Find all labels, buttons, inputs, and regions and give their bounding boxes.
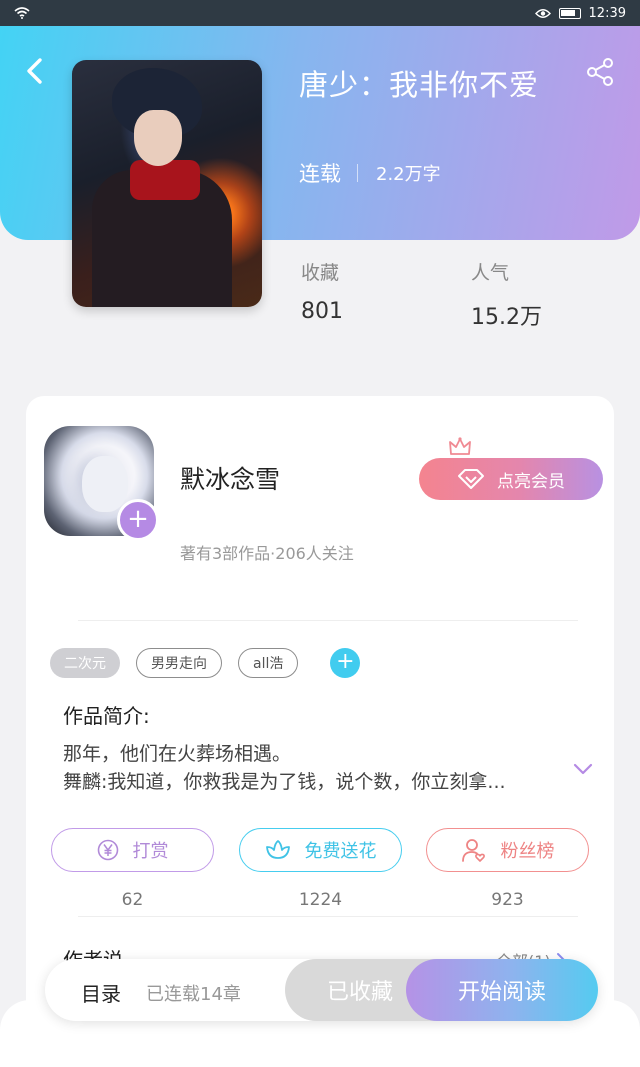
intro-text: 那年，他们在火葬场相遇。 舞麟:我知道，你救我是为了钱，说个数，你立刻拿... — [63, 740, 563, 796]
add-tag-button[interactable]: + — [330, 648, 361, 678]
eye-icon — [534, 8, 551, 18]
plus-icon: + — [336, 649, 355, 674]
word-count: 2.2万字 — [376, 164, 441, 185]
flower-label: 免费送花 — [304, 841, 377, 862]
fans-action: 粉丝榜 923 — [426, 828, 589, 910]
divider — [357, 164, 358, 182]
start-reading-button[interactable]: 开始阅读 — [406, 959, 598, 1021]
intro-title: 作品简介: — [63, 704, 150, 728]
book-status: 连载 — [299, 162, 341, 186]
flower-action: 免费送花 1224 — [239, 828, 402, 910]
table-of-contents-button[interactable]: 目录 — [81, 978, 121, 1007]
send-flower-button[interactable]: 免费送花 — [239, 828, 402, 872]
tag-item[interactable]: all浩 — [238, 648, 299, 678]
plus-icon: + — [127, 504, 149, 534]
book-cover[interactable] — [72, 60, 262, 307]
yen-icon — [97, 839, 118, 861]
wifi-icon — [14, 7, 30, 19]
share-icon — [587, 58, 613, 86]
bottom-action-bar: 目录 已连载14章 已收藏 开始阅读 — [45, 959, 598, 1021]
diamond-icon — [458, 469, 484, 489]
tag-list: 二次元 男男走向 all浩 + — [50, 648, 361, 678]
vip-button[interactable]: 点亮会员 — [419, 458, 603, 500]
popularity-label: 人气 — [471, 262, 510, 284]
back-button[interactable] — [20, 56, 54, 90]
fan-ranking-button[interactable]: 粉丝榜 — [426, 828, 589, 872]
favorites-label: 收藏 — [301, 262, 340, 284]
intro-line: 舞麟:我知道，你救我是为了钱，说个数，你立刻拿... — [63, 771, 506, 793]
vip-label: 点亮会员 — [497, 471, 565, 492]
intro-line: 那年，他们在火葬场相遇。 — [63, 743, 292, 765]
crown-icon — [449, 437, 471, 455]
author-info: 著有3部作品·206人关注 — [180, 544, 354, 563]
tag-item[interactable]: 男男走向 — [136, 648, 222, 678]
tip-count: 62 — [121, 890, 144, 910]
battery-icon — [558, 7, 581, 19]
tip-button[interactable]: 打赏 — [51, 828, 214, 872]
fans-count: 923 — [491, 890, 524, 910]
status-time: 12:39 — [588, 5, 626, 21]
book-detail-card: + 默冰念雪 著有3部作品·206人关注 点亮会员 二次元 男男走向 all浩 … — [26, 396, 614, 1036]
fans-label: 粉丝榜 — [500, 841, 555, 862]
chevron-down-icon — [573, 763, 593, 775]
follow-author-button[interactable]: + — [117, 499, 159, 541]
tip-label: 打赏 — [132, 841, 169, 862]
share-button[interactable] — [584, 56, 618, 90]
divider — [78, 916, 578, 917]
chevron-left-icon — [27, 58, 42, 84]
book-title: 唐少：我非你不爱 — [299, 68, 540, 102]
tag-item[interactable]: 二次元 — [50, 648, 120, 678]
flower-count: 1224 — [298, 890, 343, 910]
user-heart-icon — [461, 839, 485, 862]
popularity-stat: 人气 15.2万 — [471, 258, 542, 331]
flower-icon — [265, 840, 290, 859]
popularity-value: 15.2万 — [471, 305, 542, 330]
expand-intro-button[interactable] — [572, 758, 594, 780]
author-name[interactable]: 默冰念雪 — [180, 460, 280, 496]
tip-action: 打赏 62 — [51, 828, 214, 910]
favorites-value: 801 — [301, 299, 343, 324]
divider — [78, 620, 578, 621]
book-meta: 连载 2.2万字 — [299, 158, 441, 188]
status-right: 12:39 — [534, 5, 626, 21]
serial-progress: 已连载14章 — [146, 984, 241, 1005]
status-bar: 12:39 — [0, 0, 640, 26]
favorites-stat: 收藏 801 — [301, 258, 343, 324]
